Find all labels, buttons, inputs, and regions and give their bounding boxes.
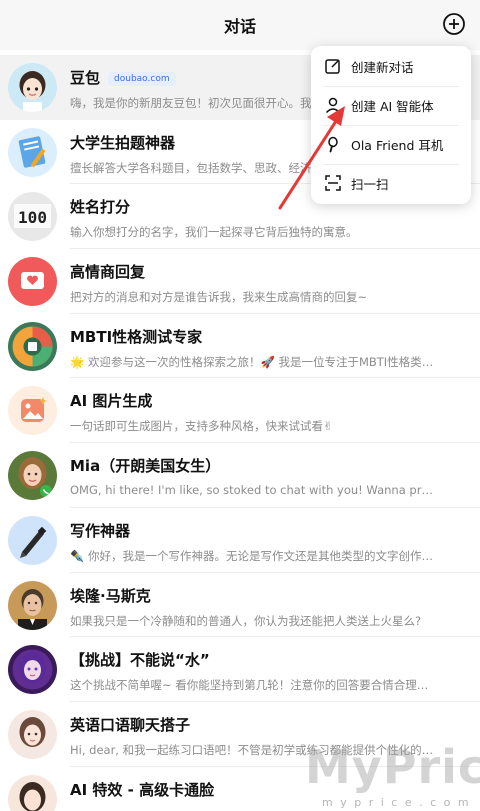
menu-item-label: Ola Friend 耳机 [351, 138, 444, 153]
avatar-mbti-wheel [8, 321, 57, 371]
avatar-notebook [8, 127, 57, 177]
chat-desc: 把对方的消息和对方是谁告诉我，我来生成高情商的回复~ [70, 290, 368, 305]
domain-badge: doubao.com [108, 72, 176, 86]
avatar-mia [8, 451, 57, 501]
menu-item-label: 创建 AI 智能体 [351, 99, 434, 114]
chat-name: MBTI性格测试专家 [70, 327, 203, 346]
chat-name: Mia（开朗美国女生） [70, 457, 221, 476]
chat-desc: 这个挑战不简单喔~ 看你能坚持到第几轮！注意你的回答要合情合理喔~ ... [70, 678, 435, 693]
chat-name: 大学生拍题神器 [70, 133, 176, 152]
earbud-icon [328, 136, 338, 153]
chat-name: AI 图片生成 [70, 392, 153, 411]
svg-text:100: 100 [18, 208, 47, 227]
chat-desc: 输入你想打分的名字，我们一起探寻它背后独特的寓意。 [70, 225, 358, 240]
chat-desc: ✒️ 你好，我是一个写作神器。无论是写作文还是其他类型的文字创作，... [70, 548, 435, 563]
avatar-cartoon-face [8, 774, 57, 811]
chat-item[interactable]: Mia（开朗美国女生） OMG, hi there! I'm like, so … [0, 443, 480, 508]
plus-icon[interactable] [442, 12, 466, 36]
menu-item-scan[interactable]: 扫一扫 [311, 164, 471, 203]
menu-item-create-agent[interactable]: 创建 AI 智能体 [311, 86, 471, 125]
chat-item[interactable]: 【挑战】不能说“水” 这个挑战不简单喔~ 看你能坚持到第几轮！注意你的回答要合情… [0, 637, 480, 702]
avatar-heart-message [8, 257, 57, 307]
avatar-elon [8, 580, 57, 630]
scan-icon [325, 175, 341, 191]
avatar-pen [8, 515, 57, 565]
edit-icon [325, 59, 340, 74]
watermark-url: m y p r i c e . c o m . c n [322, 796, 471, 811]
chat-name: 姓名打分 [70, 198, 131, 217]
chat-name: 英语口语聊天搭子 [70, 715, 191, 734]
user-icon [325, 97, 341, 114]
menu-item-ola-friend[interactable]: Ola Friend 耳机 [311, 125, 471, 164]
chat-name: 【挑战】不能说“水” [70, 651, 210, 670]
avatar-challenge-girl [8, 645, 57, 695]
avatar-image-gen [8, 386, 57, 436]
chat-name: AI 特效 - 高级卡通脸 [70, 780, 215, 799]
avatar-english-partner [8, 709, 57, 759]
chat-item[interactable]: 高情商回复 把对方的消息和对方是谁告诉我，我来生成高情商的回复~ [0, 249, 480, 314]
chat-item[interactable]: 埃隆·马斯克 如果我只是一个冷静随和的普通人，你认为我还能把人类送上火星么? [0, 573, 480, 638]
avatar-score-100: 100 [8, 192, 57, 242]
top-bar: 对话 [0, 0, 480, 50]
menu-item-label: 创建新对话 [351, 60, 414, 75]
avatar-doubao [8, 63, 57, 112]
chat-item[interactable]: 写作神器 ✒️ 你好，我是一个写作神器。无论是写作文还是其他类型的文字创作，..… [0, 508, 480, 573]
chat-item[interactable]: AI 图片生成 一句话即可生成图片，支持多种风格，快来试试看✌ [0, 378, 480, 444]
watermark-logo: MyPrice [305, 740, 480, 794]
page-title: 对话 [223, 17, 256, 36]
chat-name: 豆包 doubao.com [70, 67, 176, 88]
chat-desc: 如果我只是一个冷静随和的普通人，你认为我还能把人类送上火星么? [70, 613, 422, 628]
menu-item-new-chat[interactable]: 创建新对话 [311, 47, 471, 86]
chat-desc: OMG, hi there! I'm like, so stoked to ch… [70, 483, 435, 498]
chat-name: 写作神器 [70, 521, 131, 540]
chat-desc: 一句话即可生成图片，支持多种风格，快来试试看✌ [70, 419, 333, 434]
chat-name: 高情商回复 [70, 263, 146, 282]
chat-item[interactable]: MBTI性格测试专家 🌟 欢迎参与这一次的性格探索之旅！🚀 我是一位专注于MBT… [0, 314, 480, 379]
menu-item-label: 扫一扫 [351, 177, 389, 192]
create-menu: 创建新对话 创建 AI 智能体 Ola Friend 耳机 扫一扫 [311, 46, 471, 204]
chat-name: 埃隆·马斯克 [70, 586, 151, 605]
chat-desc: 🌟 欢迎参与这一次的性格探索之旅！🚀 我是一位专注于MBTI性格类型... [70, 354, 435, 369]
